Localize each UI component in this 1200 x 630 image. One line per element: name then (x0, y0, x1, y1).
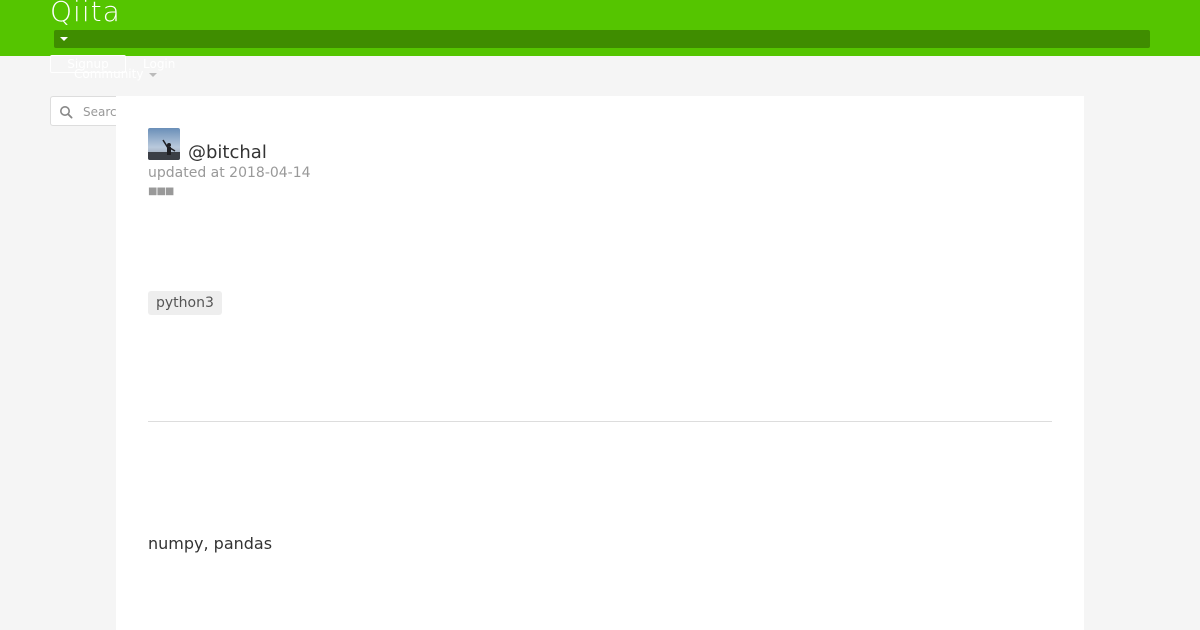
community-dropdown[interactable]: Community (74, 66, 158, 82)
tag-python3[interactable]: python3 (148, 291, 222, 315)
qiita-logo[interactable]: Qiita (50, 0, 121, 28)
caret-down-icon[interactable] (60, 37, 68, 41)
author-username[interactable]: @bitchal (188, 142, 267, 164)
article-card: @bitchal updated at 2018-04-14 ■■■ pytho… (116, 96, 1084, 630)
community-label: Community (74, 67, 144, 81)
author-avatar[interactable] (148, 128, 180, 160)
top-navigation-bar: Qiita (0, 0, 1200, 56)
article-body-text: numpy, pandas (148, 534, 273, 553)
avatar-image (148, 128, 180, 160)
content-divider (148, 421, 1052, 422)
search-icon (60, 106, 73, 119)
site-menu-bar[interactable] (54, 30, 1150, 48)
caret-down-icon (149, 72, 158, 77)
more-options-icon[interactable]: ■■■ (148, 187, 174, 197)
updated-date: updated at 2018-04-14 (148, 165, 311, 181)
